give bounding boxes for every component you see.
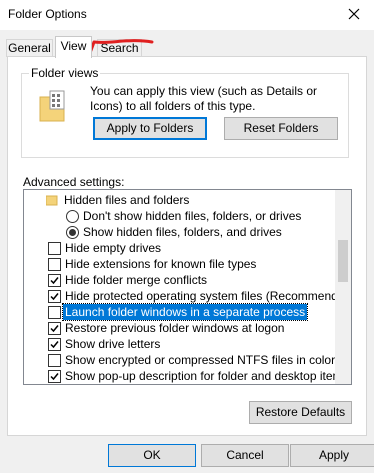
- restore-defaults-button[interactable]: Restore Defaults: [249, 401, 352, 424]
- checkbox[interactable]: [48, 242, 61, 255]
- checkbox-hide-empty-drives[interactable]: Hide empty drives: [24, 240, 334, 256]
- title-bar: Folder Options: [0, 0, 374, 30]
- ok-label: OK: [143, 448, 161, 462]
- tree-scrollbar[interactable]: [335, 190, 351, 384]
- checkbox-restore-previous-windows[interactable]: Restore previous folder windows at logon: [24, 320, 334, 336]
- radio-label: Show hidden files, folders, and drives: [83, 225, 282, 239]
- reset-folders-label: Reset Folders: [243, 121, 319, 135]
- checkbox-show-popup-description[interactable]: Show pop-up description for folder and d…: [24, 368, 349, 384]
- folder-icon: [46, 195, 58, 206]
- checkbox[interactable]: [48, 258, 61, 271]
- advanced-settings-tree[interactable]: Hidden files and folders Don't show hidd…: [23, 189, 352, 385]
- checkbox-show-encrypted-color[interactable]: Show encrypted or compressed NTFS files …: [24, 352, 336, 368]
- advanced-settings-label: Advanced settings:: [23, 175, 125, 189]
- check-icon: [50, 373, 59, 381]
- radio-show-hidden[interactable]: Show hidden files, folders, and drives: [24, 224, 334, 240]
- tree-folder-hidden-files: Hidden files and folders: [24, 192, 334, 208]
- checkbox-hide-protected-files[interactable]: Hide protected operating system files (R…: [24, 288, 351, 304]
- tab-general-label: General: [8, 41, 51, 55]
- checkbox-launch-separate-process[interactable]: Launch folder windows in a separate proc…: [24, 303, 334, 321]
- folder-views-description: You can apply this view (such as Details…: [90, 84, 318, 113]
- checkbox-label: Hide empty drives: [65, 241, 162, 255]
- scrollbar-thumb[interactable]: [338, 240, 348, 282]
- checkbox-checked[interactable]: [48, 274, 61, 287]
- radio-dont-show-hidden[interactable]: Don't show hidden files, folders, or dri…: [24, 208, 334, 224]
- close-icon[interactable]: [346, 6, 362, 22]
- checkbox-checked[interactable]: [48, 338, 61, 351]
- checkbox-label: Show pop-up description for folder and d…: [65, 369, 349, 383]
- check-icon: [50, 341, 59, 349]
- apply-to-folders-button[interactable]: Apply to Folders: [93, 117, 207, 140]
- restore-defaults-label: Restore Defaults: [255, 405, 346, 419]
- tab-view-label: View: [60, 39, 87, 53]
- checkbox[interactable]: [48, 306, 61, 319]
- checkbox-checked[interactable]: [48, 322, 61, 335]
- reset-folders-button[interactable]: Reset Folders: [224, 117, 338, 140]
- check-icon: [50, 277, 59, 285]
- checkbox-checked[interactable]: [48, 290, 61, 303]
- checkbox-checked[interactable]: [48, 370, 61, 383]
- check-icon: [50, 325, 59, 333]
- cancel-button[interactable]: Cancel: [201, 444, 289, 467]
- apply-label: Apply: [318, 448, 350, 462]
- checkbox-label: Hide extensions for known file types: [65, 257, 257, 271]
- ok-button[interactable]: OK: [108, 444, 196, 467]
- checkbox[interactable]: [48, 354, 61, 367]
- tab-view[interactable]: View: [55, 36, 92, 58]
- checkbox-label: Hide protected operating system files (R…: [65, 289, 352, 303]
- radio-label: Don't show hidden files, folders, or dri…: [83, 209, 302, 223]
- checkbox-label: Restore previous folder windows at logon: [65, 321, 285, 335]
- checkbox-hide-merge-conflicts[interactable]: Hide folder merge conflicts: [24, 272, 334, 288]
- checkbox-label: Show drive letters: [65, 337, 161, 351]
- check-icon: [50, 293, 59, 301]
- folder-views-legend: Folder views: [29, 66, 101, 80]
- checkbox-label-selected: Launch folder windows in a separate proc…: [61, 303, 309, 321]
- tab-strip: General View Search: [0, 30, 374, 70]
- apply-to-folders-label: Apply to Folders: [106, 121, 194, 135]
- checkbox-label: Show encrypted or compressed NTFS files …: [65, 353, 336, 367]
- apply-button[interactable]: Apply: [290, 444, 374, 467]
- radio-button-selected[interactable]: [66, 226, 79, 239]
- radio-button[interactable]: [66, 210, 79, 223]
- window-title: Folder Options: [8, 7, 87, 21]
- checkbox-hide-extensions[interactable]: Hide extensions for known file types: [24, 256, 334, 272]
- tab-general[interactable]: General: [6, 39, 53, 57]
- cancel-label: Cancel: [226, 448, 264, 462]
- tree-folder-label: Hidden files and folders: [64, 193, 190, 207]
- folder-view-icon: [39, 90, 65, 122]
- checkbox-show-drive-letters[interactable]: Show drive letters: [24, 336, 334, 352]
- checkbox-label: Hide folder merge conflicts: [65, 273, 208, 287]
